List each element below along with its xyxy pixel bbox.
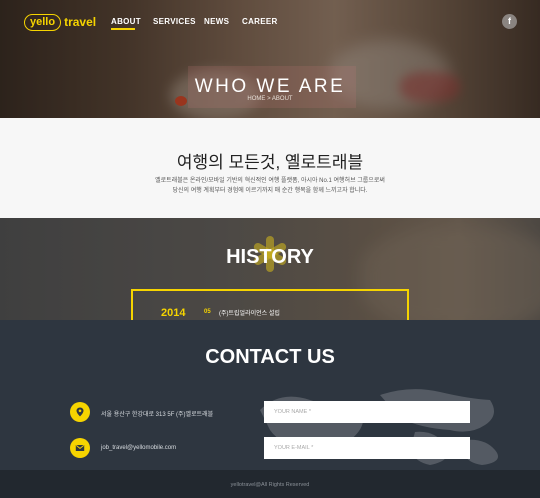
logo-word: travel — [64, 15, 97, 29]
name-field[interactable] — [264, 401, 470, 423]
breadcrumb: HOME > ABOUT — [247, 96, 293, 102]
contact-title: CONTACT US — [205, 346, 335, 368]
contact-address: 서울 용산구 한강대로 313 5F (주)옐로트래블 — [101, 412, 214, 418]
timeline-event: (주)트립얼라이언스 설립 — [219, 311, 280, 317]
footer: yellotravel@All Rights Reserved — [0, 470, 540, 498]
copyright-text: yellotravel@All Rights Reserved — [230, 482, 310, 488]
contact-section: CONTACT US 서울 용산구 한강대로 313 5F (주)옐로트래블 j… — [0, 320, 540, 470]
email-field[interactable] — [264, 437, 470, 459]
intro-section: 여행의 모든것, 옐로트래블 옐로트래블은 온라인/모바일 기반의 혁신적인 여… — [0, 118, 540, 218]
timeline-month: 05 — [204, 309, 211, 315]
nav-item-news[interactable]: NEWS — [204, 17, 229, 26]
contact-email[interactable]: job_travel@yellomobile.com — [101, 445, 176, 451]
intro-text-line: 옐로트래블은 온라인/모바일 기반의 혁신적인 여행 플랫폼, 아시아 No.1… — [155, 178, 385, 184]
hero-banner: yello travel ABOUT SERVICES NEWS CAREER … — [0, 0, 540, 118]
history-section: HISTORY 2014 05 (주)트립얼라이언스 설립 — [0, 218, 540, 320]
nav-item-about[interactable]: ABOUT — [111, 17, 141, 26]
logo[interactable]: yello travel — [24, 13, 96, 31]
nav-item-career[interactable]: CAREER — [242, 17, 278, 26]
envelope-icon — [70, 438, 90, 458]
intro-heading: 여행의 모든것, 옐로트래블 — [176, 153, 364, 172]
nav-item-services[interactable]: SERVICES — [153, 17, 196, 26]
nav-active-underline — [111, 28, 135, 30]
facebook-icon[interactable]: f — [502, 14, 517, 29]
location-pin-icon — [70, 402, 90, 422]
logo-pill: yello — [24, 13, 62, 31]
intro-text-line: 당신의 여행 계획부터 경험에 이르기까지 매 순간 행복을 함께 느끼고자 합… — [172, 188, 368, 194]
history-title: HISTORY — [226, 246, 314, 268]
timeline-year: 2014 — [161, 307, 186, 319]
page-title: WHO WE ARE — [194, 76, 346, 97]
